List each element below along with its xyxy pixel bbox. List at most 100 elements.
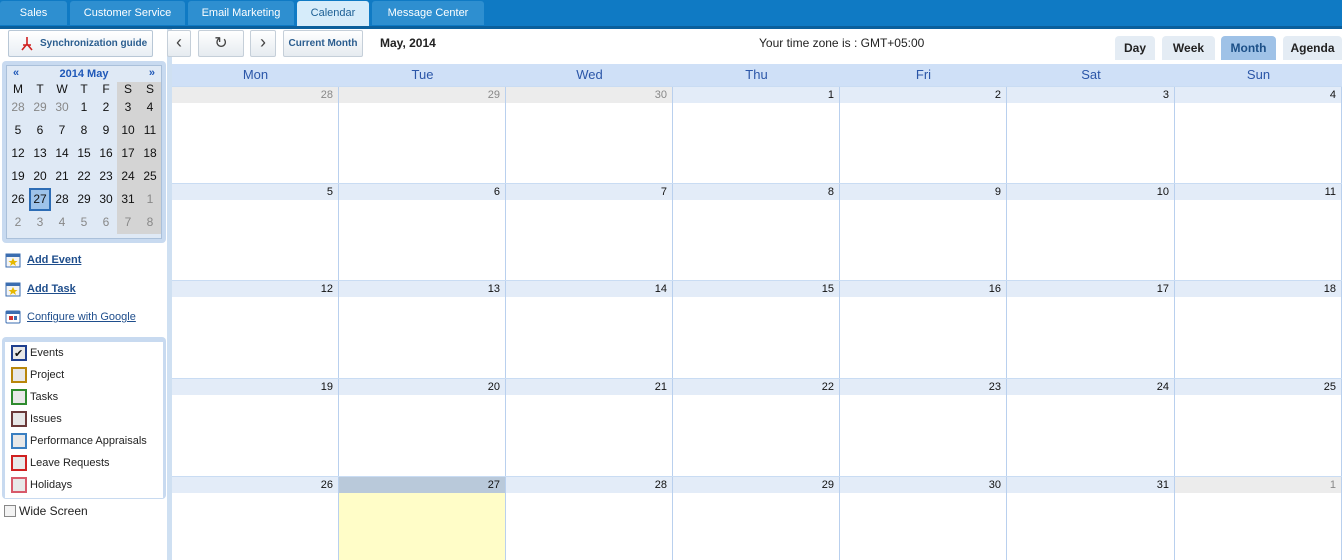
view-tab-day[interactable]: Day: [1115, 36, 1155, 60]
mini-calendar-day[interactable]: 8: [73, 119, 95, 142]
filter-tasks[interactable]: Tasks: [5, 386, 163, 408]
calendar-day-number[interactable]: 31: [1007, 477, 1174, 493]
calendar-day-number[interactable]: 20: [339, 379, 505, 395]
calendar-day-cell[interactable]: 8: [673, 184, 840, 280]
filter-leave-requests[interactable]: Leave Requests: [5, 452, 163, 474]
mini-calendar-day[interactable]: 6: [95, 211, 117, 234]
mini-calendar-day[interactable]: 21: [51, 165, 73, 188]
calendar-day-cell[interactable]: 29: [673, 477, 840, 560]
mini-calendar-day[interactable]: 28: [51, 188, 73, 211]
calendar-day-cell[interactable]: 3: [1007, 87, 1175, 183]
calendar-day-cell[interactable]: 1: [673, 87, 840, 183]
mini-calendar-day[interactable]: 25: [139, 165, 161, 188]
calendar-day-cell[interactable]: 16: [840, 281, 1007, 378]
mini-calendar-day[interactable]: 7: [51, 119, 73, 142]
calendar-day-cell[interactable]: 23: [840, 379, 1007, 476]
mini-calendar-day[interactable]: 23: [95, 165, 117, 188]
tab-sales[interactable]: Sales: [0, 1, 67, 25]
calendar-day-cell[interactable]: 19: [172, 379, 339, 476]
calendar-day-number[interactable]: 15: [673, 281, 839, 297]
calendar-day-cell[interactable]: 24: [1007, 379, 1175, 476]
calendar-day-cell[interactable]: 25: [1175, 379, 1342, 476]
calendar-day-cell[interactable]: 12: [172, 281, 339, 378]
calendar-day-number[interactable]: 30: [840, 477, 1006, 493]
calendar-day-number[interactable]: 10: [1007, 184, 1174, 200]
mini-calendar-day[interactable]: 6: [29, 119, 51, 142]
calendar-day-cell[interactable]: 30: [840, 477, 1007, 560]
calendar-day-number[interactable]: 9: [840, 184, 1006, 200]
mini-calendar-day[interactable]: 10: [117, 119, 139, 142]
mini-calendar-day[interactable]: 28: [7, 96, 29, 119]
mini-calendar-day[interactable]: 2: [95, 96, 117, 119]
mini-calendar-day[interactable]: 16: [95, 142, 117, 165]
wide-screen-checkbox[interactable]: [4, 505, 16, 517]
filter-checkbox[interactable]: [11, 389, 27, 405]
calendar-day-number[interactable]: 14: [506, 281, 672, 297]
mini-calendar-day[interactable]: 15: [73, 142, 95, 165]
wide-screen-toggle[interactable]: Wide Screen: [4, 503, 88, 519]
calendar-day-cell[interactable]: 29: [339, 87, 506, 183]
filter-project[interactable]: Project: [5, 364, 163, 386]
calendar-day-number[interactable]: 29: [339, 87, 505, 103]
calendar-day-cell[interactable]: 31: [1007, 477, 1175, 560]
calendar-day-number[interactable]: 28: [172, 87, 338, 103]
filter-checkbox[interactable]: [11, 477, 27, 493]
mini-calendar-day[interactable]: 29: [73, 188, 95, 211]
synchronization-guide-button[interactable]: Synchronization guide: [8, 30, 153, 57]
mini-calendar-day[interactable]: 27: [29, 188, 51, 211]
mini-calendar-day[interactable]: 9: [95, 119, 117, 142]
calendar-day-number[interactable]: 11: [1175, 184, 1341, 200]
mini-calendar-day[interactable]: 5: [7, 119, 29, 142]
filter-checkbox[interactable]: [11, 343, 27, 365]
calendar-day-number[interactable]: 2: [840, 87, 1006, 103]
mini-calendar-day[interactable]: 31: [117, 188, 139, 211]
calendar-day-cell[interactable]: 22: [673, 379, 840, 476]
filter-checkbox[interactable]: [11, 455, 27, 471]
calendar-day-cell[interactable]: 9: [840, 184, 1007, 280]
refresh-button[interactable]: ↻: [198, 30, 244, 57]
add-task-link[interactable]: Add Task: [5, 280, 76, 298]
mini-calendar-day[interactable]: 4: [51, 211, 73, 234]
mini-calendar-day[interactable]: 20: [29, 165, 51, 188]
calendar-day-number[interactable]: 25: [1175, 379, 1341, 395]
mini-calendar-day[interactable]: 2: [7, 211, 29, 234]
mini-calendar-day[interactable]: 5: [73, 211, 95, 234]
next-month-button[interactable]: ›: [250, 30, 276, 57]
calendar-day-number[interactable]: 23: [840, 379, 1006, 395]
prev-month-button[interactable]: ‹: [167, 30, 191, 57]
calendar-day-cell[interactable]: 21: [506, 379, 673, 476]
calendar-day-cell[interactable]: 20: [339, 379, 506, 476]
mini-calendar-next-button[interactable]: »: [149, 67, 155, 79]
filter-performance-appraisals[interactable]: Performance Appraisals: [5, 430, 163, 452]
calendar-day-cell[interactable]: 26: [172, 477, 339, 560]
tab-message-center[interactable]: Message Center: [372, 1, 484, 25]
mini-calendar-day[interactable]: 24: [117, 165, 139, 188]
mini-calendar-day[interactable]: 30: [51, 96, 73, 119]
calendar-day-number[interactable]: 1: [673, 87, 839, 103]
calendar-day-cell[interactable]: 15: [673, 281, 840, 378]
filter-checkbox[interactable]: [11, 367, 27, 383]
configure-google-link[interactable]: Configure with Google: [5, 308, 136, 326]
filter-events[interactable]: Events: [5, 342, 163, 365]
calendar-day-number[interactable]: 6: [339, 184, 505, 200]
view-tab-agenda[interactable]: Agenda: [1283, 36, 1342, 60]
calendar-day-number[interactable]: 26: [172, 477, 338, 493]
calendar-day-cell[interactable]: 5: [172, 184, 339, 280]
view-tab-week[interactable]: Week: [1162, 36, 1215, 60]
filter-checkbox[interactable]: [11, 433, 27, 449]
calendar-day-number[interactable]: 28: [506, 477, 672, 493]
calendar-day-cell[interactable]: 28: [172, 87, 339, 183]
mini-calendar-day[interactable]: 8: [139, 211, 161, 234]
mini-calendar-day[interactable]: 17: [117, 142, 139, 165]
calendar-day-cell[interactable]: 1: [1175, 477, 1342, 560]
mini-calendar-day[interactable]: 7: [117, 211, 139, 234]
calendar-day-number[interactable]: 24: [1007, 379, 1174, 395]
mini-calendar-day[interactable]: 4: [139, 96, 161, 119]
calendar-day-number[interactable]: 17: [1007, 281, 1174, 297]
calendar-day-cell[interactable]: 18: [1175, 281, 1342, 378]
mini-calendar-day[interactable]: 1: [73, 96, 95, 119]
mini-calendar-day[interactable]: 12: [7, 142, 29, 165]
calendar-day-cell[interactable]: 11: [1175, 184, 1342, 280]
add-event-link[interactable]: Add Event: [5, 251, 81, 269]
calendar-day-number[interactable]: 22: [673, 379, 839, 395]
